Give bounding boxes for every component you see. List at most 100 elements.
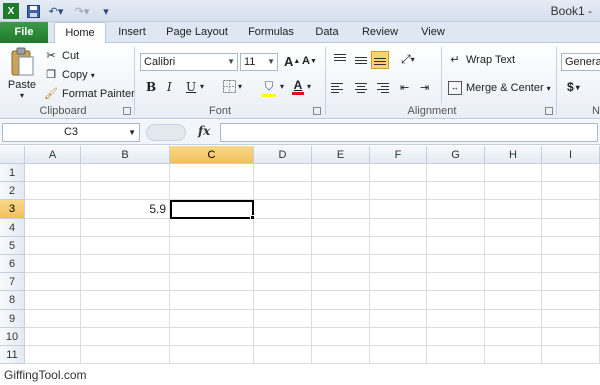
row-header-3[interactable]: 3 xyxy=(0,200,25,219)
cell-e2[interactable] xyxy=(312,182,370,201)
save-icon[interactable] xyxy=(25,3,41,19)
cell-b9[interactable] xyxy=(81,309,170,328)
cell-f5[interactable] xyxy=(370,236,427,255)
cell-f6[interactable] xyxy=(370,255,427,274)
spreadsheet-grid[interactable]: A B C D E F G H I 1 2 3 5.9 4 5 6 7 8 9 10 11 xyxy=(0,146,600,365)
cell-c7[interactable] xyxy=(170,273,254,292)
align-left-button[interactable] xyxy=(331,79,349,97)
excel-logo-icon[interactable]: X xyxy=(3,3,19,19)
cell-i8[interactable] xyxy=(542,291,600,310)
row-header-8[interactable]: 8 xyxy=(0,291,25,310)
cell-i9[interactable] xyxy=(542,309,600,328)
cell-g8[interactable] xyxy=(427,291,485,310)
row-header-10[interactable]: 10 xyxy=(0,327,25,346)
cell-d10[interactable] xyxy=(254,327,312,346)
cell-g1[interactable] xyxy=(427,164,485,183)
fill-color-button[interactable]: ⛉ xyxy=(262,79,276,97)
merge-center-button[interactable]: ↔ Merge & Center ▾ xyxy=(448,81,551,95)
column-header-b[interactable]: B xyxy=(81,146,170,164)
row-header-6[interactable]: 6 xyxy=(0,255,25,274)
font-launcher-icon[interactable] xyxy=(313,107,321,115)
cell-g2[interactable] xyxy=(427,182,485,201)
cell-g11[interactable] xyxy=(427,346,485,365)
cell-a3[interactable] xyxy=(25,200,81,219)
cell-h10[interactable] xyxy=(485,327,542,346)
row-header-11[interactable]: 11 xyxy=(0,346,25,365)
cell-d8[interactable] xyxy=(254,291,312,310)
cell-e9[interactable] xyxy=(312,309,370,328)
decrease-indent-icon[interactable]: ⇤ xyxy=(400,81,409,94)
cell-a2[interactable] xyxy=(25,182,81,201)
formula-input[interactable] xyxy=(220,123,598,142)
cell-a4[interactable] xyxy=(25,218,81,237)
row-header-7[interactable]: 7 xyxy=(0,273,25,292)
cell-h7[interactable] xyxy=(485,273,542,292)
cell-f2[interactable] xyxy=(370,182,427,201)
cell-d4[interactable] xyxy=(254,218,312,237)
cell-g4[interactable] xyxy=(427,218,485,237)
cell-b5[interactable] xyxy=(81,236,170,255)
cell-d1[interactable] xyxy=(254,164,312,183)
cell-i1[interactable] xyxy=(542,164,600,183)
cell-i6[interactable] xyxy=(542,255,600,274)
align-middle-button[interactable] xyxy=(352,51,370,69)
select-all-corner[interactable] xyxy=(0,146,25,164)
format-painter-button[interactable]: 🖌 Format Painter xyxy=(44,87,135,101)
cell-a1[interactable] xyxy=(25,164,81,183)
cell-b6[interactable] xyxy=(81,255,170,274)
align-center-button[interactable] xyxy=(352,79,370,97)
cell-h4[interactable] xyxy=(485,218,542,237)
align-top-button[interactable] xyxy=(331,51,349,69)
cell-g3[interactable] xyxy=(427,200,485,219)
row-header-5[interactable]: 5 xyxy=(0,236,25,255)
column-header-a[interactable]: A xyxy=(25,146,81,164)
name-box[interactable]: C3 ▼ xyxy=(2,123,140,142)
tab-formulas[interactable]: Formulas xyxy=(242,22,300,43)
currency-button[interactable]: $ ▾ xyxy=(567,80,580,94)
clipboard-launcher-icon[interactable] xyxy=(123,107,131,115)
cell-b11[interactable] xyxy=(81,346,170,365)
cut-button[interactable]: ✂ Cut xyxy=(44,49,79,63)
cell-d11[interactable] xyxy=(254,346,312,365)
undo-icon[interactable]: ↶▾ xyxy=(46,3,66,19)
row-header-1[interactable]: 1 xyxy=(0,164,25,183)
tab-file[interactable]: File xyxy=(0,22,48,43)
cell-i11[interactable] xyxy=(542,346,600,365)
cell-b1[interactable] xyxy=(81,164,170,183)
grow-font-icon[interactable]: A ▲ xyxy=(284,54,300,69)
increase-indent-icon[interactable]: ⇥ xyxy=(420,81,429,94)
cell-e10[interactable] xyxy=(312,327,370,346)
cell-a6[interactable] xyxy=(25,255,81,274)
font-color-button[interactable]: A xyxy=(292,78,304,95)
cell-a10[interactable] xyxy=(25,327,81,346)
row-header-9[interactable]: 9 xyxy=(0,309,25,328)
column-header-h[interactable]: H xyxy=(485,146,542,164)
cell-e4[interactable] xyxy=(312,218,370,237)
cell-a8[interactable] xyxy=(25,291,81,310)
cell-c5[interactable] xyxy=(170,236,254,255)
cell-c10[interactable] xyxy=(170,327,254,346)
fill-color-dropdown-icon[interactable]: ▾ xyxy=(280,82,284,91)
underline-dropdown-icon[interactable]: ▾ xyxy=(200,82,204,91)
cell-c9[interactable] xyxy=(170,309,254,328)
cell-d3[interactable] xyxy=(254,200,312,219)
cell-g6[interactable] xyxy=(427,255,485,274)
tab-home[interactable]: Home xyxy=(54,22,106,44)
cell-g5[interactable] xyxy=(427,236,485,255)
cell-h3[interactable] xyxy=(485,200,542,219)
font-color-dropdown-icon[interactable]: ▾ xyxy=(307,82,311,91)
cell-c2[interactable] xyxy=(170,182,254,201)
cell-a9[interactable] xyxy=(25,309,81,328)
tab-page-layout[interactable]: Page Layout xyxy=(162,22,232,43)
cell-d5[interactable] xyxy=(254,236,312,255)
cell-i5[interactable] xyxy=(542,236,600,255)
cell-b2[interactable] xyxy=(81,182,170,201)
cell-f10[interactable] xyxy=(370,327,427,346)
column-header-d[interactable]: D xyxy=(254,146,312,164)
cell-f3[interactable] xyxy=(370,200,427,219)
cell-g10[interactable] xyxy=(427,327,485,346)
insert-function-button[interactable]: fx xyxy=(198,124,210,138)
paste-button[interactable]: Paste ▾ xyxy=(6,47,38,100)
number-format-select[interactable]: General xyxy=(561,53,600,71)
cell-f8[interactable] xyxy=(370,291,427,310)
